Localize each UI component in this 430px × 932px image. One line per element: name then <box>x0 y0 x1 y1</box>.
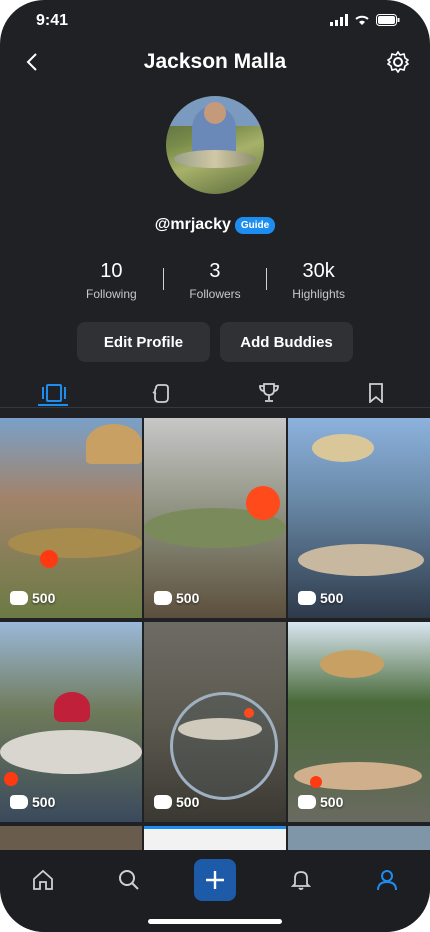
bookmark-icon <box>369 383 384 403</box>
plus-icon <box>206 871 224 889</box>
status-time: 9:41 <box>36 12 69 29</box>
likes-count: 500 <box>154 590 199 606</box>
post-tile[interactable] <box>0 826 142 852</box>
wifi-icon <box>355 15 369 25</box>
search-icon <box>119 870 139 890</box>
stat-label: Highlights <box>292 287 345 301</box>
post-tile[interactable] <box>288 826 430 852</box>
glove-icon <box>152 384 170 403</box>
page-title: Jackson Malla <box>143 50 287 73</box>
profile-actions: Edit Profile Add Buddies <box>77 322 353 362</box>
tabs-divider <box>0 407 430 408</box>
stat-value: 3 <box>209 260 221 282</box>
trophy-icon <box>258 383 279 402</box>
post-tile[interactable]: 500 <box>144 622 286 822</box>
post-tile[interactable]: 500 <box>0 418 142 618</box>
signal-icon <box>330 14 348 26</box>
fist-bump-icon <box>154 591 172 605</box>
status-bar: 9:41 <box>0 0 430 44</box>
fist-bump-icon <box>298 591 316 605</box>
likes-count: 500 <box>154 794 199 810</box>
posts-grid: 500 500 500 500 500 500 <box>0 418 430 822</box>
add-buddies-button[interactable]: Add Buddies <box>220 322 353 362</box>
username: @mrjacky <box>154 216 231 233</box>
posts-grid-next-row <box>0 826 430 852</box>
likes-count: 500 <box>298 590 343 606</box>
tab-trophies[interactable] <box>215 378 323 408</box>
nav-home[interactable] <box>22 859 64 901</box>
edit-profile-button[interactable]: Edit Profile <box>77 322 210 362</box>
stats-row: 10 Following 3 Followers 30k Highlights <box>60 260 370 301</box>
status-icons <box>330 14 400 26</box>
stat-followers[interactable]: 3 Followers <box>164 260 267 301</box>
stat-value: 30k <box>302 260 335 282</box>
post-tile[interactable]: 500 <box>144 418 286 618</box>
tab-gear[interactable] <box>108 378 216 408</box>
battery-icon <box>376 14 400 26</box>
gear-icon <box>387 51 409 73</box>
fist-bump-icon <box>154 795 172 809</box>
handle-row: @mrjacky Guide <box>0 216 430 234</box>
nav-notifications[interactable] <box>280 859 322 901</box>
fist-bump-icon <box>10 795 28 809</box>
home-indicator <box>148 919 282 924</box>
posts-icon <box>41 384 66 402</box>
stat-highlights[interactable]: 30k Highlights <box>267 260 370 301</box>
active-tab-indicator <box>38 404 68 406</box>
stat-label: Followers <box>189 287 241 301</box>
bell-icon <box>290 871 312 890</box>
tab-saved[interactable] <box>323 378 430 408</box>
post-tile[interactable]: 500 <box>288 418 430 618</box>
settings-button[interactable] <box>384 48 412 76</box>
guide-badge: Guide <box>234 216 276 234</box>
nav-search[interactable] <box>108 859 150 901</box>
likes-count: 500 <box>10 590 55 606</box>
nav-profile[interactable] <box>366 859 408 901</box>
stat-label: Following <box>85 287 137 301</box>
nav-create-button[interactable] <box>194 859 236 901</box>
fist-bump-icon <box>10 591 28 605</box>
home-icon <box>33 869 53 890</box>
top-bar: Jackson Malla <box>0 44 430 84</box>
likes-count: 500 <box>298 794 343 810</box>
post-tile[interactable]: 500 <box>288 622 430 822</box>
stat-following[interactable]: 10 Following <box>60 260 163 301</box>
fist-bump-icon <box>298 795 316 809</box>
stat-value: 10 <box>100 260 123 282</box>
avatar[interactable] <box>166 96 264 194</box>
user-icon <box>377 870 397 891</box>
likes-count: 500 <box>10 794 55 810</box>
bottom-nav <box>0 850 430 932</box>
post-tile[interactable]: 500 <box>0 622 142 822</box>
profile-screen: 9:41 Jackson Malla @mrjacky Guide 10 Fol… <box>0 0 430 932</box>
post-tile[interactable] <box>144 826 286 852</box>
